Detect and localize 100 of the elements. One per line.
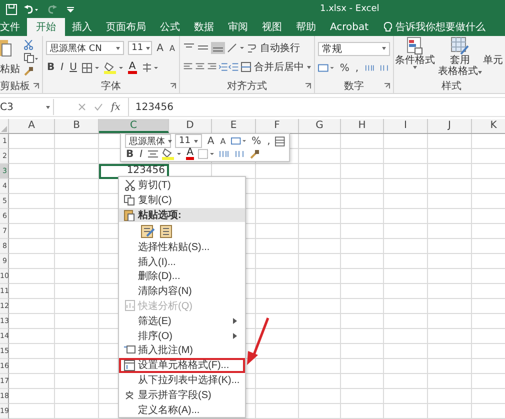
- decrease-decimal-icon[interactable]: [234, 149, 246, 159]
- save-icon[interactable]: [6, 4, 17, 14]
- launcher-icon[interactable]: [384, 83, 390, 89]
- empty-cell[interactable]: [341, 224, 384, 239]
- empty-cell[interactable]: [341, 374, 384, 389]
- menu-item[interactable]: 清除内容(N): [119, 284, 245, 299]
- empty-cell[interactable]: [428, 284, 472, 299]
- empty-cell[interactable]: [428, 239, 472, 254]
- empty-cell[interactable]: [256, 299, 299, 314]
- empty-cell[interactable]: [428, 344, 472, 359]
- grow-font-button[interactable]: A: [156, 42, 165, 54]
- empty-cell[interactable]: [384, 344, 428, 359]
- ribbon-tab[interactable]: 数据: [187, 18, 221, 36]
- empty-cell[interactable]: [428, 314, 472, 329]
- empty-cell[interactable]: [428, 389, 472, 404]
- increase-decimal-icon[interactable]: [364, 63, 375, 73]
- empty-cell[interactable]: [55, 284, 99, 299]
- conditional-format-button[interactable]: 条件格式: [395, 37, 435, 69]
- font-size-field[interactable]: 11: [128, 41, 152, 56]
- bold-button[interactable]: B: [46, 62, 56, 74]
- comma-button[interactable]: ,: [266, 136, 272, 146]
- empty-cell[interactable]: [341, 194, 384, 209]
- italic-button[interactable]: I: [138, 148, 144, 160]
- empty-cell[interactable]: [55, 299, 99, 314]
- empty-cell[interactable]: [384, 329, 428, 344]
- empty-cell[interactable]: [55, 344, 99, 359]
- empty-cell[interactable]: [299, 404, 341, 419]
- ribbon-tab[interactable]: 帮助: [289, 18, 323, 36]
- empty-cell[interactable]: [299, 194, 341, 209]
- empty-cell[interactable]: [428, 329, 472, 344]
- empty-cell[interactable]: [55, 179, 99, 194]
- empty-cell[interactable]: [341, 404, 384, 419]
- font-name-field[interactable]: 思源黑体 CN: [46, 41, 124, 56]
- empty-cell[interactable]: [299, 149, 341, 164]
- italic-button[interactable]: I: [60, 62, 65, 74]
- empty-cell[interactable]: [299, 314, 341, 329]
- empty-cell[interactable]: [341, 149, 384, 164]
- empty-cell[interactable]: [299, 389, 341, 404]
- menu-item[interactable]: 从下拉列表中选择(K)...: [119, 372, 245, 388]
- ribbon-tab[interactable]: 开始: [27, 18, 65, 36]
- menu-item[interactable]: 设置单元格格式(F)...: [119, 358, 245, 373]
- menu-item[interactable]: 插入(I)...: [119, 254, 245, 269]
- empty-cell[interactable]: [341, 284, 384, 299]
- fill-color-icon[interactable]: [104, 62, 124, 74]
- ribbon-tab[interactable]: 公式: [153, 18, 187, 36]
- table-format-button[interactable]: 套用 表格格式: [438, 37, 482, 77]
- empty-cell[interactable]: [299, 164, 341, 179]
- empty-cell[interactable]: [384, 179, 428, 194]
- empty-cell[interactable]: [55, 254, 99, 269]
- empty-cell[interactable]: [341, 269, 384, 284]
- merge-center-button[interactable]: 合并后居中: [241, 60, 311, 74]
- empty-cell[interactable]: [384, 254, 428, 269]
- shrink-font-button[interactable]: A: [219, 136, 227, 146]
- empty-cell[interactable]: [256, 359, 299, 374]
- empty-cell[interactable]: [384, 209, 428, 224]
- font-size-field[interactable]: 11: [175, 134, 202, 148]
- empty-cell[interactable]: [384, 194, 428, 209]
- empty-cell[interactable]: [428, 134, 472, 149]
- align-bottom-icon[interactable]: [211, 42, 225, 54]
- number-format-field[interactable]: 常规: [318, 42, 390, 56]
- empty-cell[interactable]: [256, 314, 299, 329]
- empty-cell[interactable]: [384, 374, 428, 389]
- empty-cell[interactable]: [256, 269, 299, 284]
- empty-cell[interactable]: [55, 269, 99, 284]
- menu-item[interactable]: 排序(O): [119, 328, 245, 343]
- comma-button[interactable]: ,: [354, 62, 360, 74]
- empty-cell[interactable]: [428, 149, 472, 164]
- empty-cell[interactable]: [384, 224, 428, 239]
- empty-cell[interactable]: [55, 194, 99, 209]
- decrease-decimal-icon[interactable]: [378, 63, 390, 73]
- empty-cell[interactable]: [428, 374, 472, 389]
- empty-cell[interactable]: [299, 344, 341, 359]
- column-header[interactable]: I: [384, 119, 428, 133]
- tell-me-search[interactable]: 告诉我你想要做什么: [384, 18, 486, 36]
- empty-cell[interactable]: [256, 329, 299, 344]
- empty-cell[interactable]: [341, 314, 384, 329]
- empty-cell[interactable]: [299, 374, 341, 389]
- empty-cell[interactable]: [428, 164, 472, 179]
- empty-cell[interactable]: [341, 239, 384, 254]
- currency-icon[interactable]: [230, 136, 247, 146]
- empty-cell[interactable]: [384, 134, 428, 149]
- empty-cell[interactable]: [256, 374, 299, 389]
- empty-cell[interactable]: [299, 284, 341, 299]
- grow-font-button[interactable]: A: [206, 136, 216, 146]
- empty-cell[interactable]: [55, 329, 99, 344]
- empty-cell[interactable]: [299, 359, 341, 374]
- empty-cell[interactable]: [428, 299, 472, 314]
- name-box[interactable]: C3: [0, 99, 54, 115]
- align-center-icon[interactable]: [148, 149, 158, 159]
- empty-cell[interactable]: [55, 374, 99, 389]
- launcher-icon[interactable]: [33, 83, 39, 89]
- column-header[interactable]: K: [472, 119, 505, 133]
- ribbon-tab[interactable]: 页面布局: [99, 18, 153, 36]
- empty-cell[interactable]: [55, 134, 99, 149]
- empty-cell[interactable]: [299, 179, 341, 194]
- font-color-button[interactable]: A: [186, 148, 194, 160]
- empty-cell[interactable]: [55, 314, 99, 329]
- empty-cell[interactable]: [55, 209, 99, 224]
- ribbon-tab[interactable]: 审阅: [221, 18, 255, 36]
- empty-cell[interactable]: [55, 359, 99, 374]
